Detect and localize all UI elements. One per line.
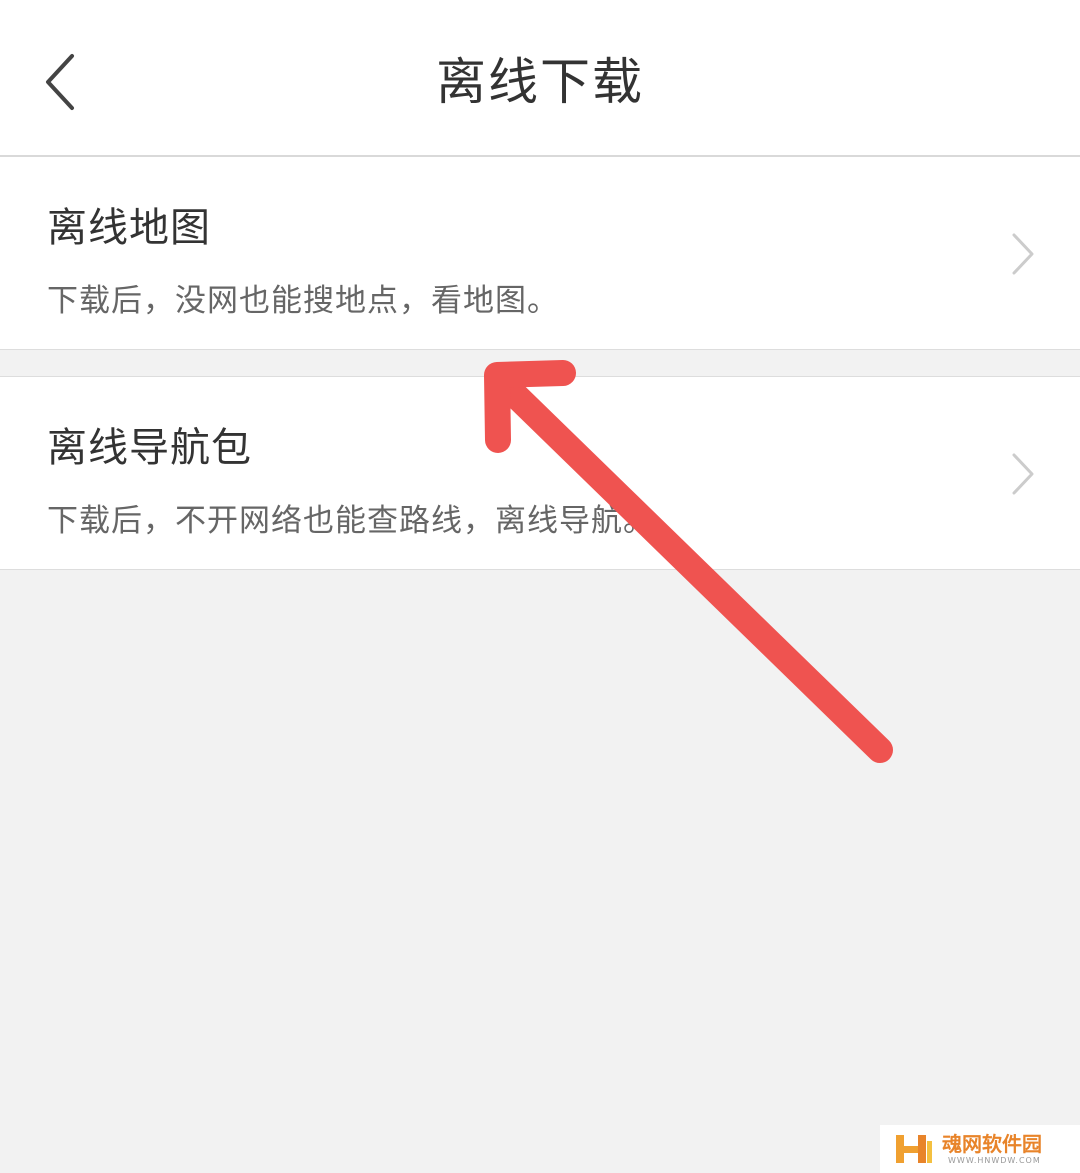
top-bar: 离线下载 xyxy=(0,0,1080,157)
site-logo-icon xyxy=(896,1135,932,1163)
watermark: 魂网软件园 WWW.HNWDW.COM xyxy=(880,1125,1080,1173)
item-subtitle: 下载后，没网也能搜地点，看地图。 xyxy=(47,283,559,319)
chevron-right-icon xyxy=(1010,231,1036,277)
item-title: 离线地图 xyxy=(47,205,211,251)
item-title: 离线导航包 xyxy=(47,425,252,471)
list-item-offline-map[interactable]: 离线地图 下载后，没网也能搜地点，看地图。 xyxy=(0,157,1080,350)
watermark-name: 魂网软件园 xyxy=(942,1132,1042,1156)
watermark-url: WWW.HNWDW.COM xyxy=(948,1156,1041,1165)
item-subtitle: 下载后，不开网络也能查路线，离线导航。 xyxy=(47,503,655,539)
page-title: 离线下载 xyxy=(436,53,644,111)
list-item-offline-navigation[interactable]: 离线导航包 下载后，不开网络也能查路线，离线导航。 xyxy=(0,376,1080,570)
chevron-right-icon xyxy=(1010,451,1036,497)
